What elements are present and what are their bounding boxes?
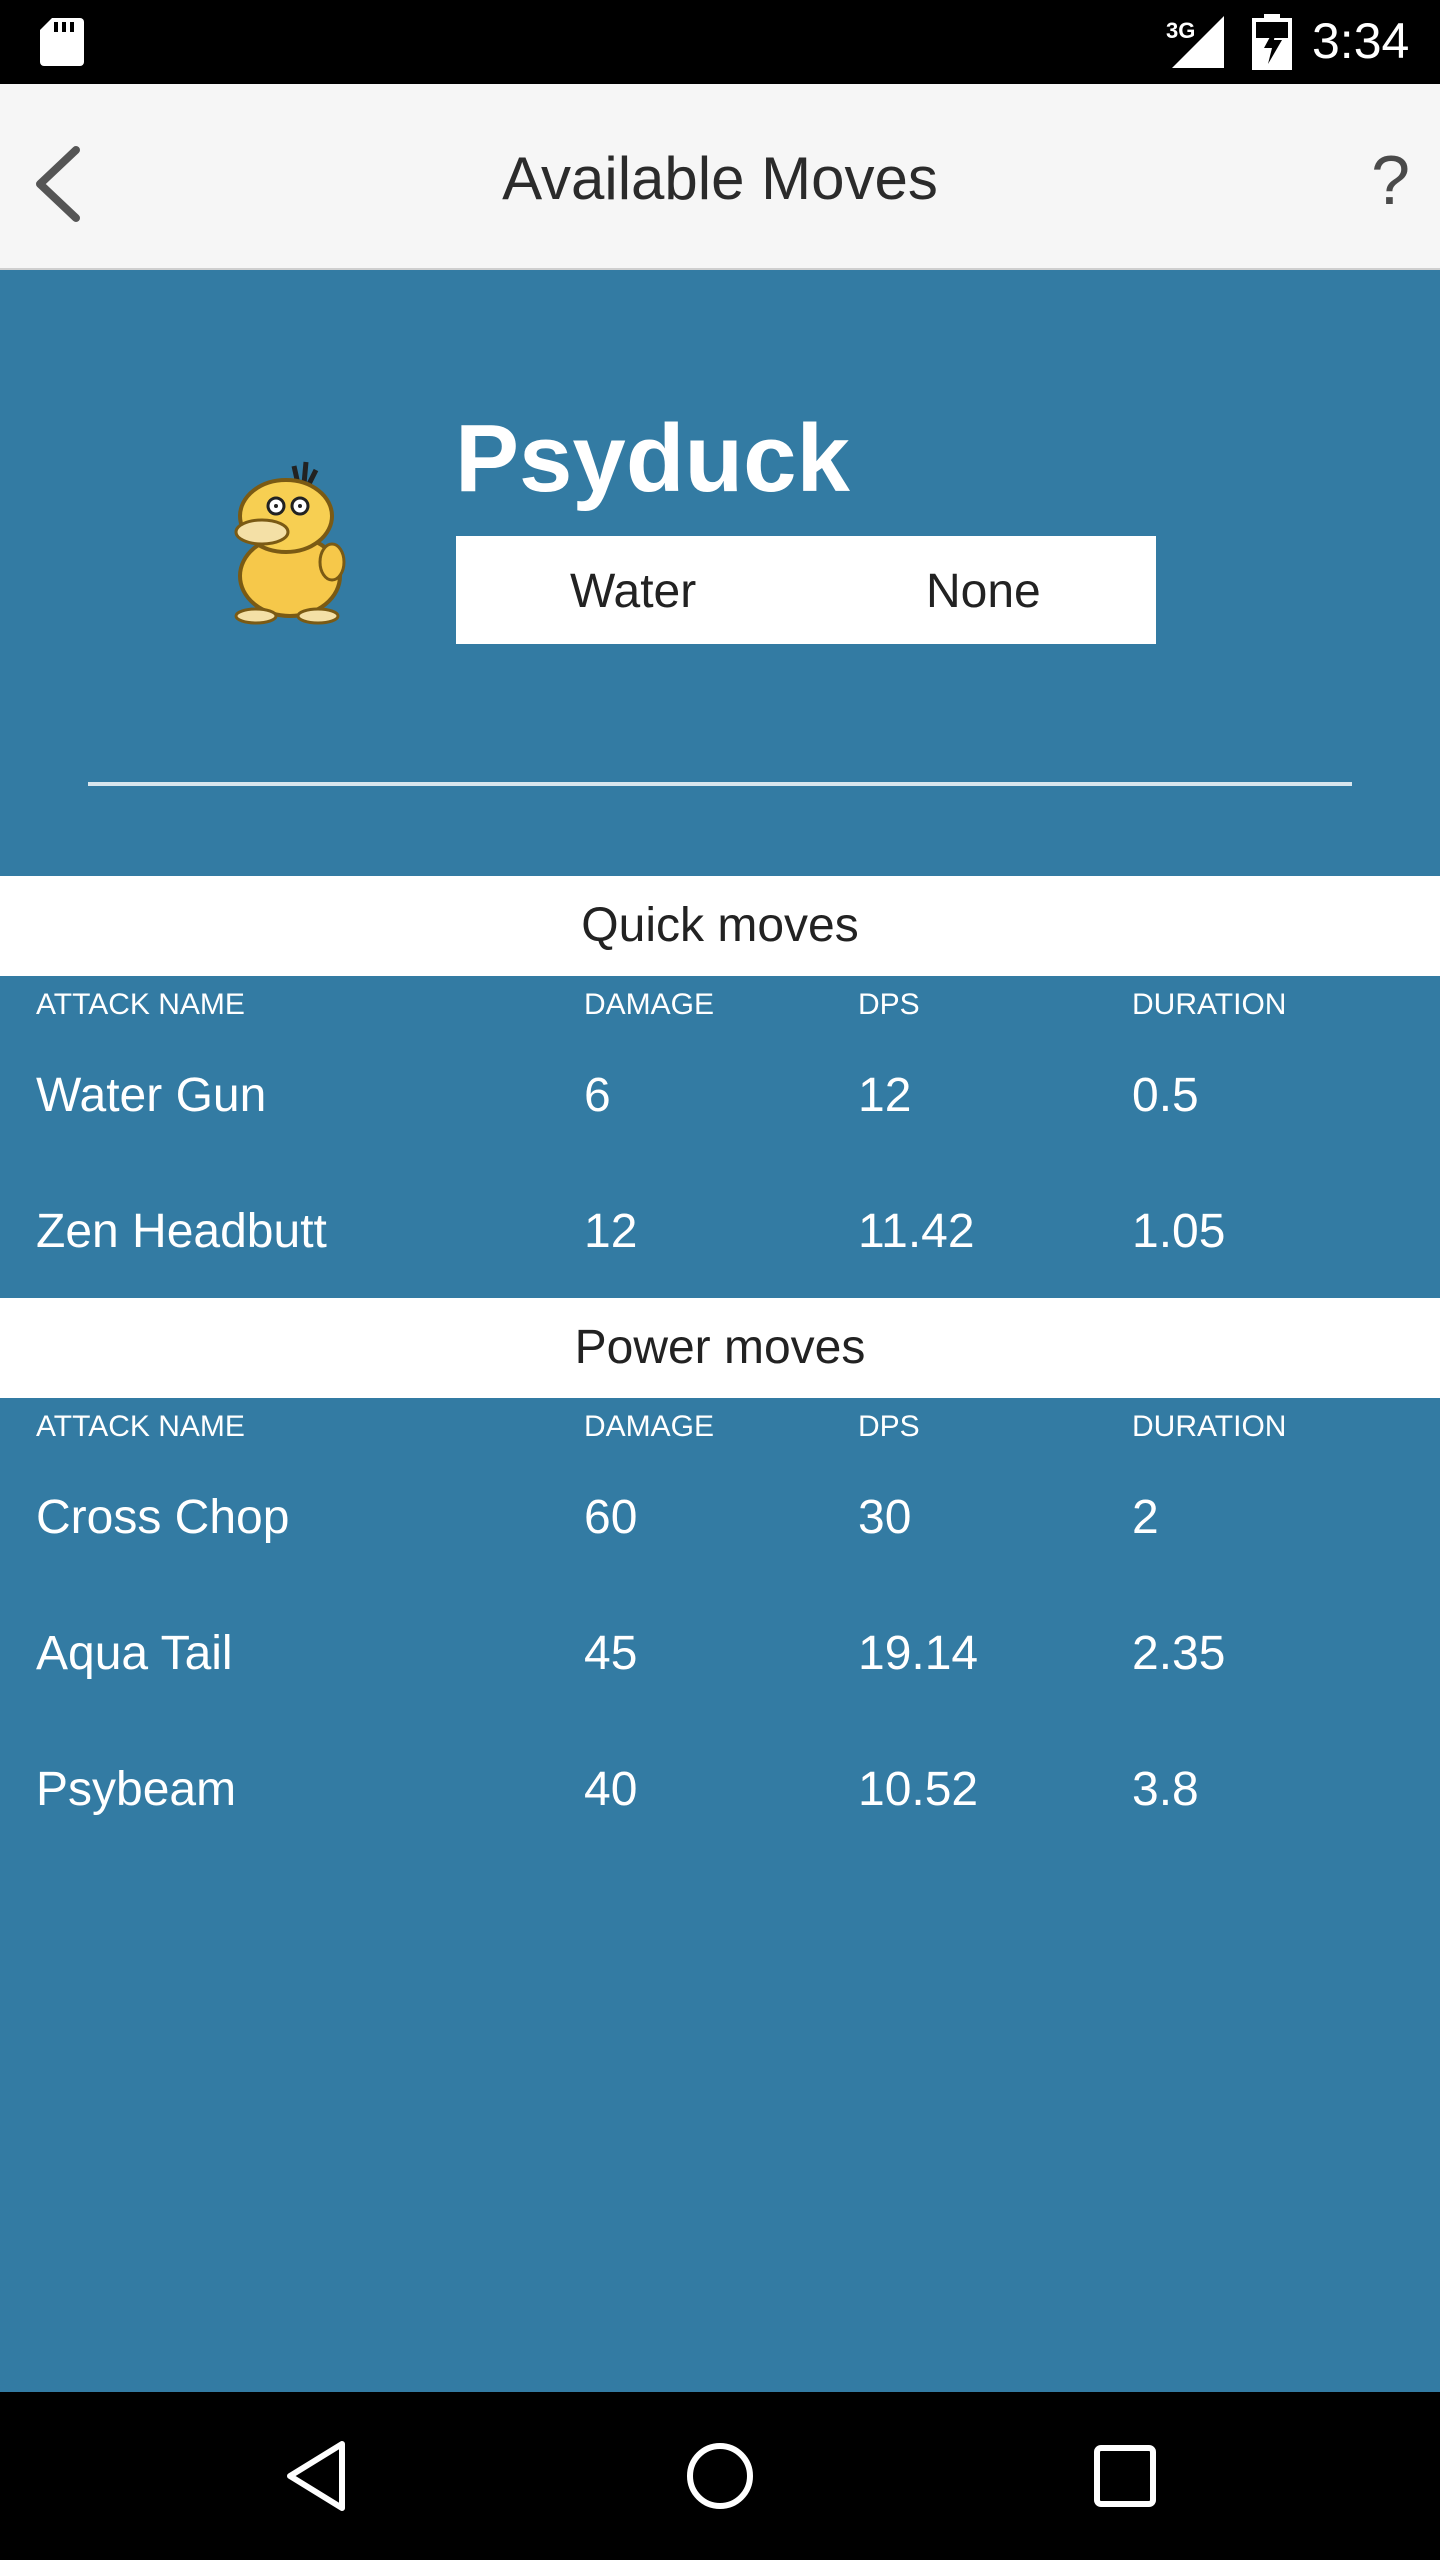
dps-value: 10.52 <box>858 1763 979 1816</box>
type-box: Water None <box>456 536 1156 644</box>
power-moves-header: Power moves <box>0 1298 1440 1398</box>
navigation-bar <box>0 2392 1440 2560</box>
nav-back-icon[interactable] <box>284 2436 348 2516</box>
battery-charging-icon <box>1252 14 1292 70</box>
damage-value: 12 <box>584 1205 638 1258</box>
status-bar: 3G 3:34 <box>0 0 1440 84</box>
help-icon[interactable]: ? <box>1371 140 1410 220</box>
column-damage: DAMAGE <box>584 1410 715 1443</box>
app-bar: Available Moves ? <box>0 84 1440 270</box>
attack-name: Water Gun <box>36 1069 267 1122</box>
duration-value: 0.5 <box>1132 1069 1199 1122</box>
page-title: Available Moves <box>502 145 938 212</box>
duration-value: 1.05 <box>1132 1205 1226 1258</box>
dps-value: 30 <box>858 1491 912 1544</box>
column-damage: DAMAGE <box>584 988 715 1021</box>
column-duration: DURATION <box>1132 988 1287 1021</box>
column-dps: DPS <box>858 988 920 1021</box>
nav-home-icon[interactable] <box>684 2436 756 2516</box>
damage-value: 6 <box>584 1069 611 1122</box>
attack-name: Aqua Tail <box>36 1627 233 1680</box>
column-dps: DPS <box>858 1410 920 1443</box>
pokemon-sprite <box>234 461 346 625</box>
attack-name: Cross Chop <box>36 1491 290 1544</box>
damage-value: 40 <box>584 1763 638 1816</box>
damage-value: 45 <box>584 1627 638 1680</box>
dps-value: 11.42 <box>858 1205 975 1258</box>
column-attack-name: ATTACK NAME <box>36 988 245 1021</box>
dps-value: 19.14 <box>858 1627 979 1680</box>
secondary-type: None <box>926 565 1041 618</box>
column-attack-name: ATTACK NAME <box>36 1410 245 1443</box>
attack-name: Psybeam <box>36 1763 237 1816</box>
sd-card-icon <box>40 18 84 66</box>
column-duration: DURATION <box>1132 1410 1287 1443</box>
duration-value: 2 <box>1132 1491 1159 1544</box>
nav-recents-icon[interactable] <box>1092 2436 1158 2516</box>
attack-name: Zen Headbutt <box>36 1205 327 1258</box>
pokemon-name: Psyduck <box>455 405 850 512</box>
dps-value: 12 <box>858 1069 912 1122</box>
damage-value: 60 <box>584 1491 638 1544</box>
clock: 3:34 <box>1312 13 1410 69</box>
duration-value: 3.8 <box>1132 1763 1199 1816</box>
divider <box>88 782 1352 786</box>
quick-moves-header: Quick moves <box>0 876 1440 976</box>
primary-type: Water <box>570 565 697 618</box>
signal-icon <box>1172 16 1224 68</box>
duration-value: 2.35 <box>1132 1627 1226 1680</box>
